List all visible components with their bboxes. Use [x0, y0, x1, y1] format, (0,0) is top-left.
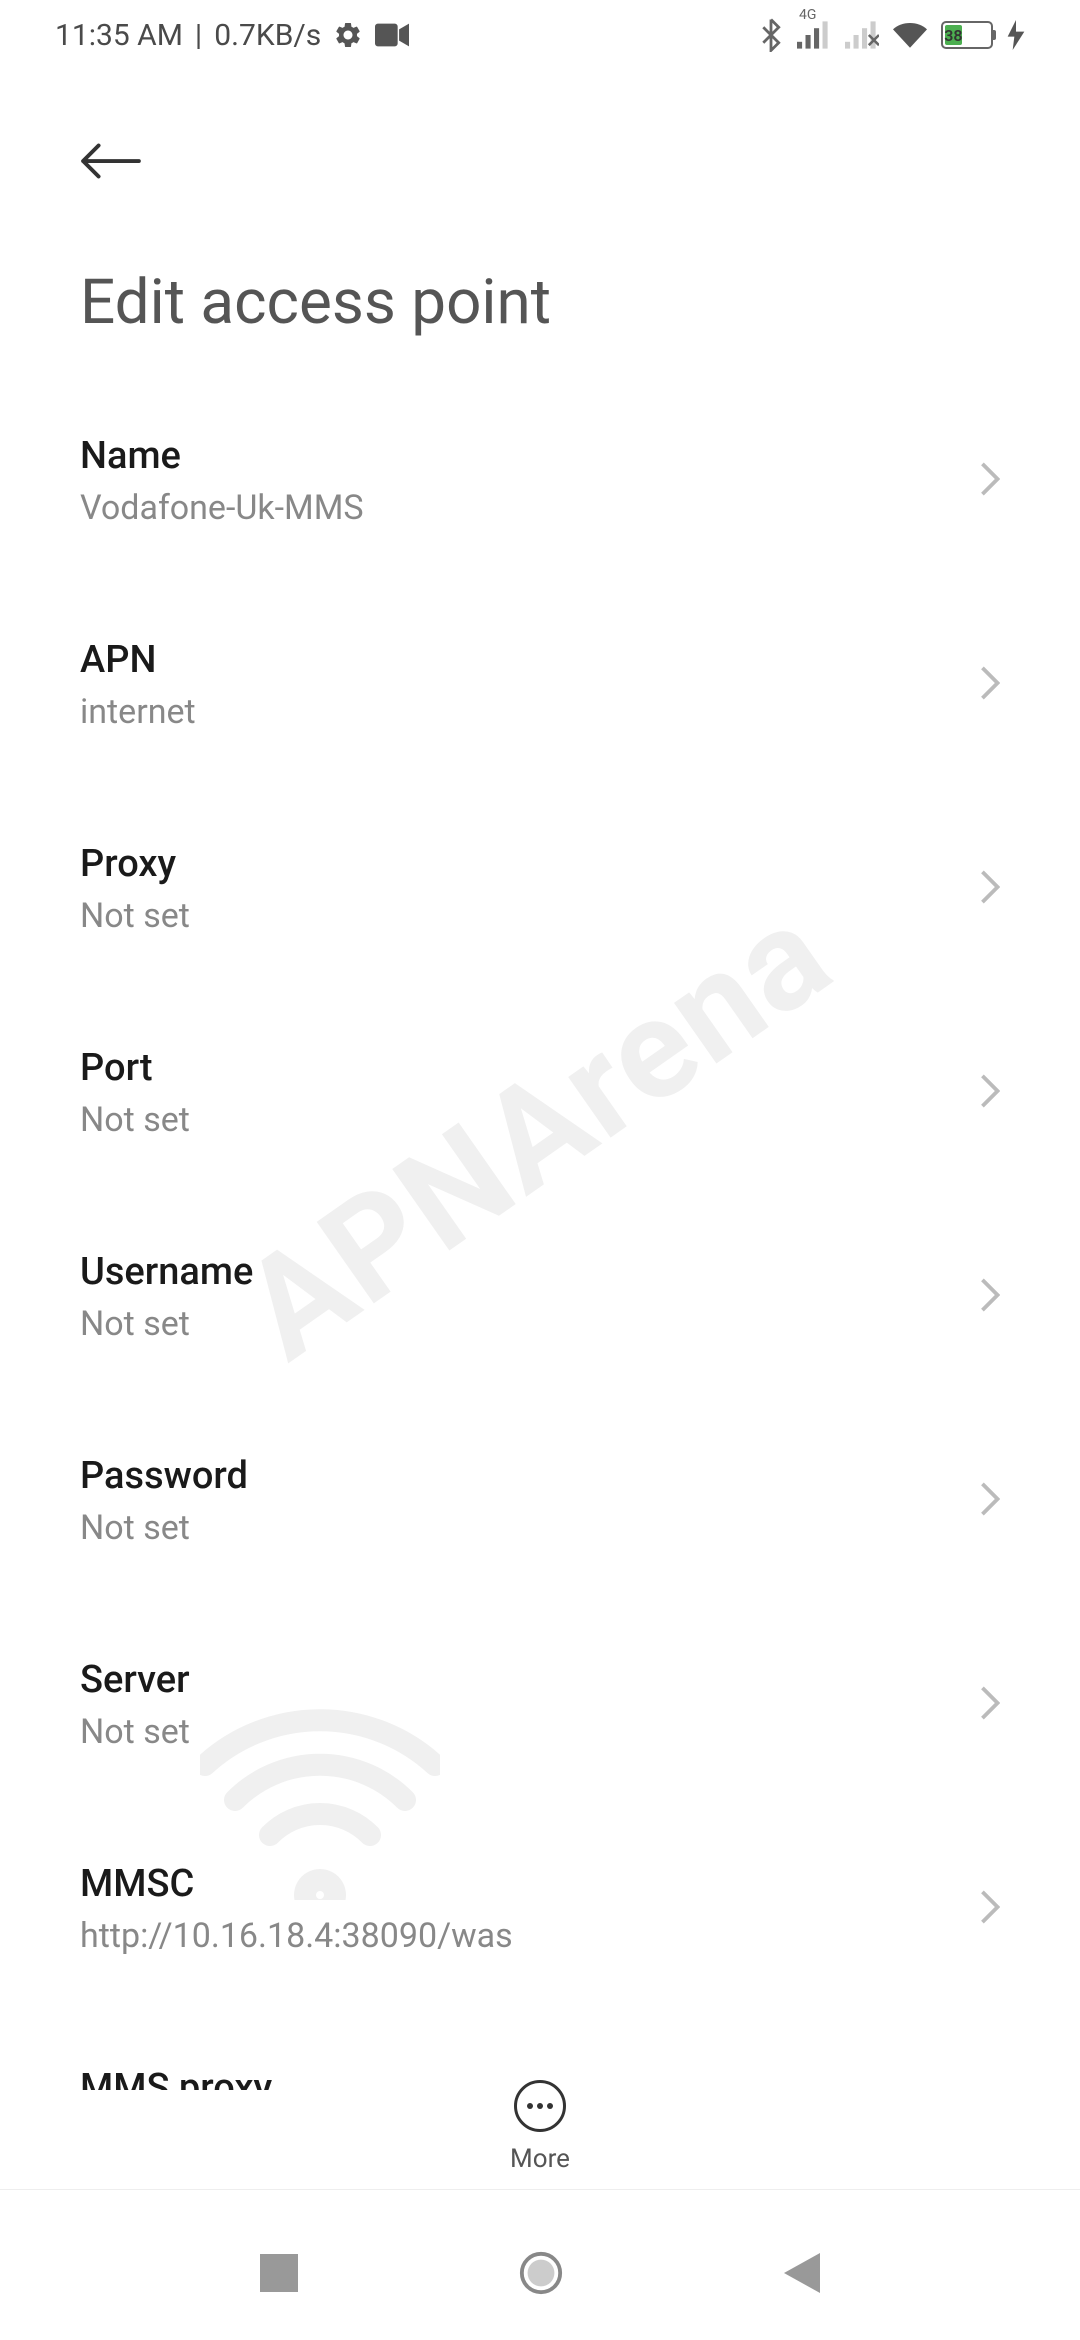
- setting-value: Not set: [80, 1304, 253, 1344]
- chevron-right-icon: [980, 1278, 1000, 1316]
- chevron-right-icon: [980, 1482, 1000, 1520]
- chevron-right-icon: [980, 462, 1000, 500]
- setting-value: Not set: [80, 896, 190, 936]
- setting-label: MMS proxy: [80, 2066, 272, 2090]
- nav-recent-button[interactable]: [260, 2254, 298, 2296]
- chevron-right-icon: [980, 870, 1000, 908]
- setting-mms-proxy[interactable]: MMS proxy 10.16.18.77: [80, 2011, 1000, 2090]
- setting-label: MMSC: [80, 1862, 513, 1906]
- setting-label: APN: [80, 638, 196, 682]
- chevron-right-icon: [980, 1074, 1000, 1112]
- setting-value: http://10.16.18.4:38090/was: [80, 1916, 513, 1956]
- bottom-action-bar: More: [0, 2080, 1080, 2190]
- back-button[interactable]: [80, 140, 142, 182]
- setting-proxy[interactable]: Proxy Not set: [80, 787, 1000, 991]
- camera-icon: [375, 23, 409, 47]
- setting-value: Not set: [80, 1508, 248, 1548]
- gear-icon: [333, 20, 363, 50]
- setting-label: Port: [80, 1046, 190, 1090]
- nav-home-button[interactable]: [518, 2250, 564, 2300]
- settings-list: Name Vodafone-Uk-MMS APN internet Proxy …: [0, 379, 1080, 2090]
- setting-label: Proxy: [80, 842, 190, 886]
- status-separator: |: [195, 18, 202, 53]
- status-left: 11:35 AM | 0.7KB/s: [55, 18, 409, 53]
- setting-value: Vodafone-Uk-MMS: [80, 488, 364, 528]
- wifi-icon: [893, 21, 927, 49]
- app-bar: [0, 70, 1080, 216]
- setting-label: Server: [80, 1658, 190, 1702]
- status-time: 11:35 AM: [55, 18, 183, 53]
- nav-back-button[interactable]: [784, 2253, 820, 2297]
- status-bar: 11:35 AM | 0.7KB/s 4G 38: [0, 0, 1080, 70]
- chevron-right-icon: [980, 1890, 1000, 1928]
- charging-icon: [1007, 20, 1025, 50]
- chevron-right-icon: [980, 666, 1000, 704]
- battery-icon: 38: [941, 21, 993, 49]
- setting-username[interactable]: Username Not set: [80, 1195, 1000, 1399]
- setting-apn[interactable]: APN internet: [80, 583, 1000, 787]
- status-speed: 0.7KB/s: [214, 18, 321, 53]
- chevron-right-icon: [980, 1686, 1000, 1724]
- setting-label: Password: [80, 1454, 248, 1498]
- setting-password[interactable]: Password Not set: [80, 1399, 1000, 1603]
- signal-secondary-icon: [845, 21, 879, 49]
- setting-value: Not set: [80, 1100, 190, 1140]
- signal-4g-icon: 4G: [797, 21, 831, 49]
- more-button[interactable]: More: [510, 2080, 570, 2174]
- status-right: 4G 38: [759, 18, 1025, 52]
- page-title: Edit access point: [0, 216, 1080, 379]
- setting-name[interactable]: Name Vodafone-Uk-MMS: [80, 379, 1000, 583]
- setting-label: Username: [80, 1250, 253, 1294]
- setting-value: Not set: [80, 1712, 190, 1752]
- bluetooth-icon: [759, 18, 783, 52]
- setting-server[interactable]: Server Not set: [80, 1603, 1000, 1807]
- setting-value: internet: [80, 692, 196, 732]
- setting-port[interactable]: Port Not set: [80, 991, 1000, 1195]
- more-label: More: [510, 2144, 570, 2174]
- navigation-bar: [0, 2210, 1080, 2340]
- setting-label: Name: [80, 434, 364, 478]
- setting-mmsc[interactable]: MMSC http://10.16.18.4:38090/was: [80, 1807, 1000, 2011]
